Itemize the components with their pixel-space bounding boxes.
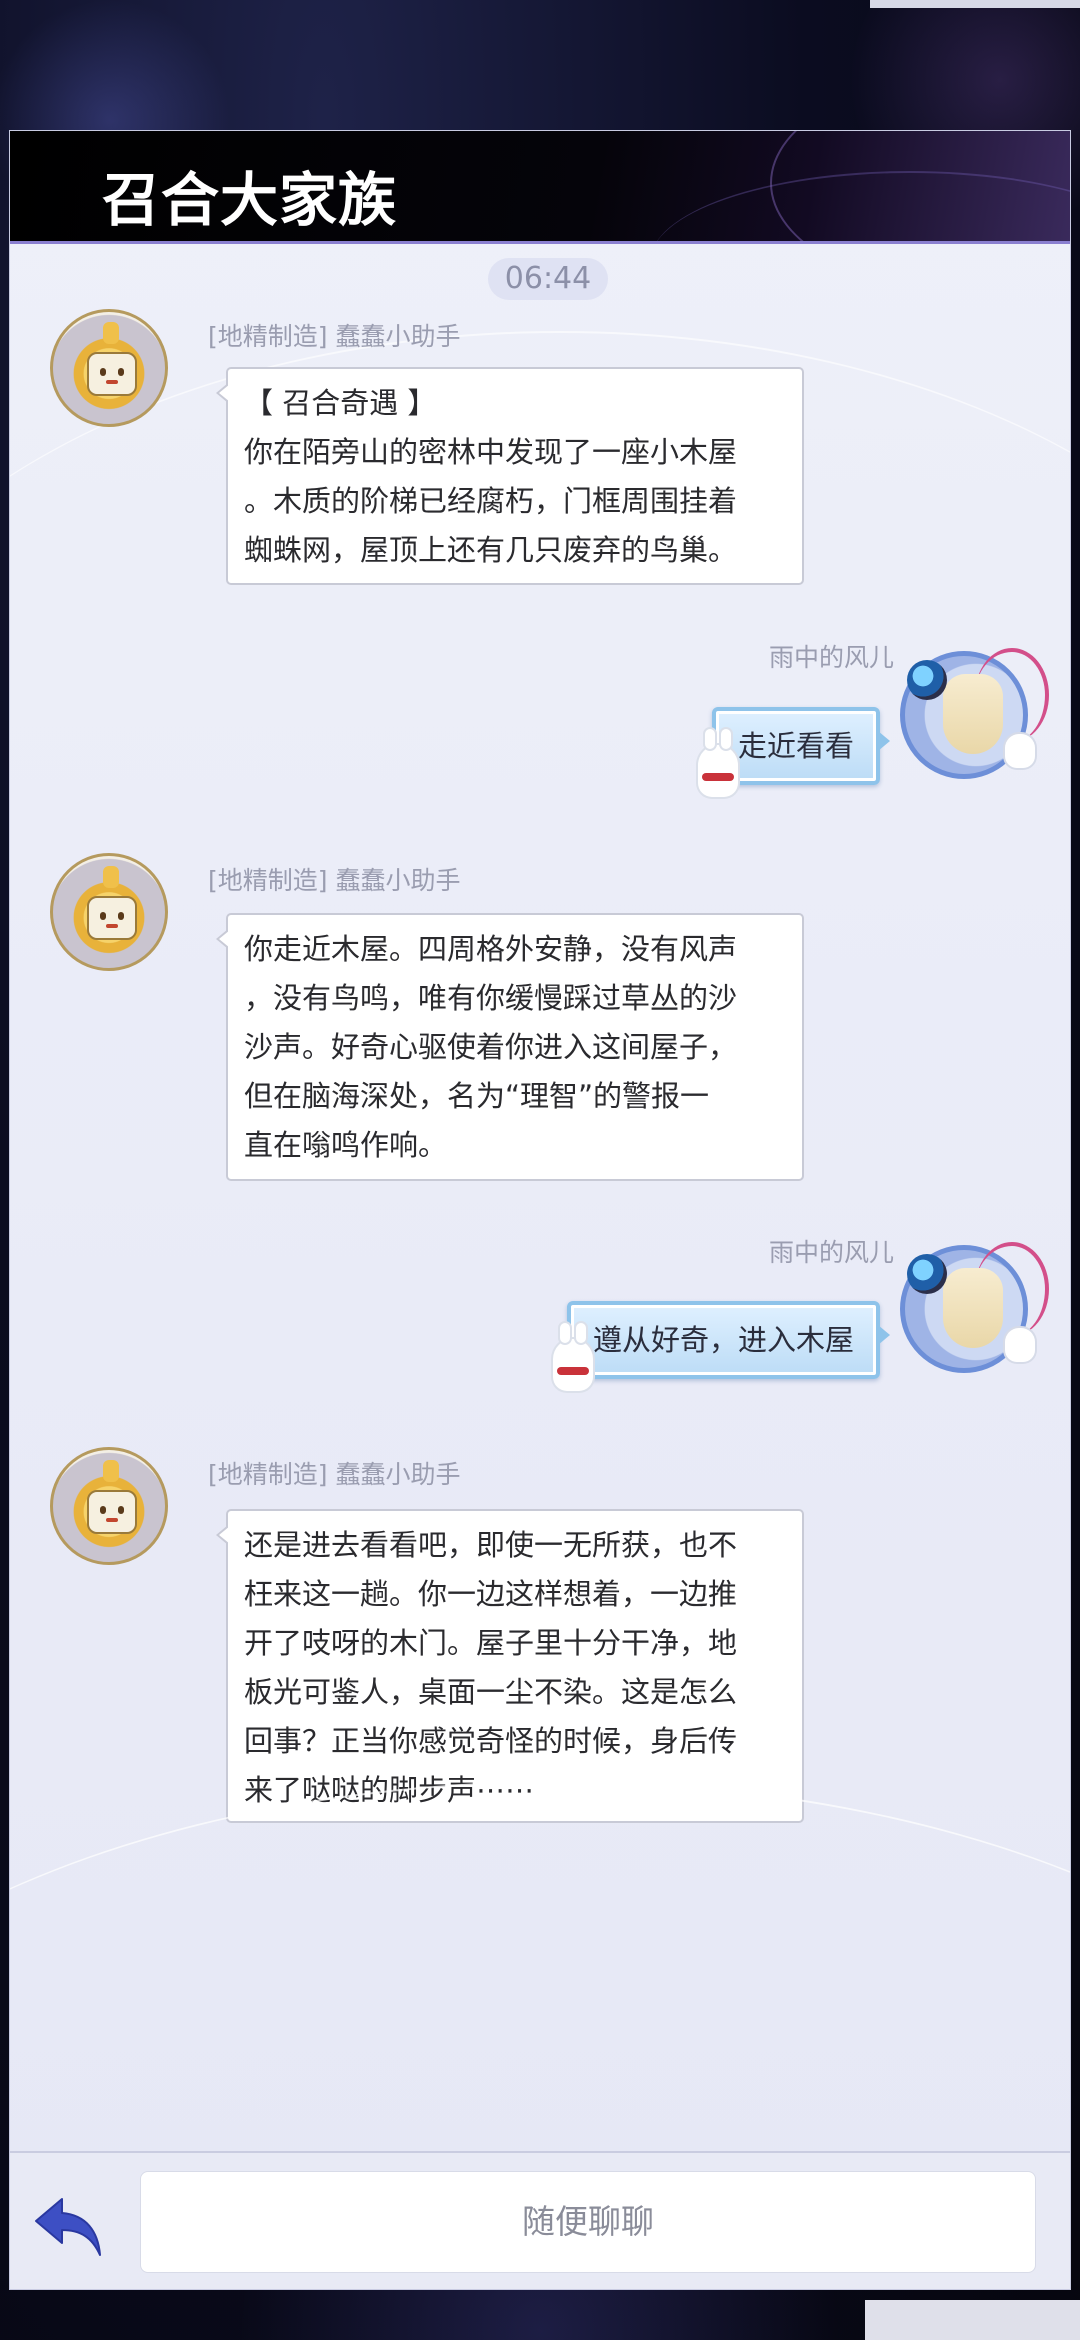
message-line: 回事？正当你感觉奇怪的时候，身后传 (244, 1724, 738, 1758)
sender-name: [地精制造] 蠢蠢小助手 (208, 1460, 461, 1489)
bot-avatar[interactable] (50, 309, 168, 427)
sender-name: [地精制造] 蠢蠢小助手 (208, 322, 461, 351)
message-text: 走近看看 (737, 729, 854, 763)
message-bubble: 【 召合奇遇 】 你在陌旁山的密林中发现了一座小木屋 。木质的阶梯已经腐朽，门框… (216, 367, 804, 585)
message-text: 遵从好奇，进入木屋 (592, 1323, 854, 1357)
message-line: 沙声。好奇心驱使着你进入这间屋子， (244, 1030, 738, 1064)
message-bubble-wrapper: 走近看看 (480, 707, 891, 797)
message-line: 枉来这一趟。你一边这样想着，一边推 (244, 1577, 738, 1611)
user-avatar[interactable] (900, 648, 1049, 779)
message-line: ，没有鸟鸣，唯有你缓慢踩过草丛的沙 (244, 981, 738, 1015)
message-line: 板光可鉴人，桌面一尘不染。这是怎么 (244, 1675, 738, 1709)
message-bubble-wrapper: 遵从好奇，进入木屋 (340, 1301, 891, 1391)
message-bubble: 走近看看 (697, 707, 891, 797)
avatar-character (943, 674, 1003, 754)
timestamp: 06:44 (488, 258, 608, 300)
sender-name: [地精制造] 蠢蠢小助手 (208, 866, 461, 895)
background-strip (870, 0, 1080, 8)
bunny-decoration (552, 1323, 593, 1391)
bot-avatar[interactable] (50, 853, 168, 971)
back-button[interactable] (32, 2193, 112, 2263)
message-line: 开了吱呀的木门。屋子里十分干净，地 (244, 1626, 738, 1660)
message-bubble: 你走近木屋。四周格外安静，没有风声 ，没有鸟鸣，唯有你缓慢踩过草丛的沙 沙声。好… (216, 913, 804, 1181)
sender-name: 雨中的风儿 (768, 1238, 894, 1267)
robot-antenna (103, 322, 119, 344)
message-line: 但在脑海深处，名为“理智”的警报一 (244, 1079, 710, 1113)
header: 召合大家族 (10, 131, 1070, 241)
message-bubble: 遵从好奇，进入木屋 (552, 1301, 891, 1391)
background-strip-bottom (865, 2300, 1080, 2340)
header-decoration (650, 171, 1070, 241)
message-line: 蜘蛛网，屋顶上还有几只废弃的鸟巢。 (244, 533, 738, 567)
page-title: 召合大家族 (102, 166, 398, 234)
message-bubble: 还是进去看看吧，即使一无所获，也不 枉来这一趟。你一边这样想着，一边推 开了吱呀… (216, 1509, 804, 1823)
message-line: 来了哒哒的脚步声⋯⋯ (244, 1773, 535, 1807)
message-line: 【 召合奇遇 】 (244, 386, 437, 420)
chat-panel: 召合大家族 06:44 [地精制造] 蠢蠢小助手 【 召合奇遇 】 你在陌旁山的… (9, 130, 1071, 2290)
message-line: 。木质的阶梯已经腐朽，门框周围挂着 (244, 484, 738, 518)
message-line: 还是进去看看吧，即使一无所获，也不 (244, 1528, 738, 1562)
header-divider (10, 241, 1070, 244)
user-avatar[interactable] (900, 1242, 1049, 1373)
input-bar: 随便聊聊 (10, 2151, 1070, 2289)
avatar-gem (907, 660, 947, 700)
robot-face (87, 352, 137, 396)
message-line: 直在嗡鸣作响。 (244, 1128, 448, 1162)
bunny-decoration (1005, 734, 1035, 768)
chat-input[interactable]: 随便聊聊 (140, 2171, 1036, 2273)
bot-avatar[interactable] (50, 1447, 168, 1565)
back-arrow-icon (35, 2198, 101, 2256)
sender-name: 雨中的风儿 (768, 643, 894, 672)
bunny-decoration (697, 729, 738, 797)
message-line: 你在陌旁山的密林中发现了一座小木屋 (244, 435, 738, 469)
message-line: 你走近木屋。四周格外安静，没有风声 (244, 932, 738, 966)
